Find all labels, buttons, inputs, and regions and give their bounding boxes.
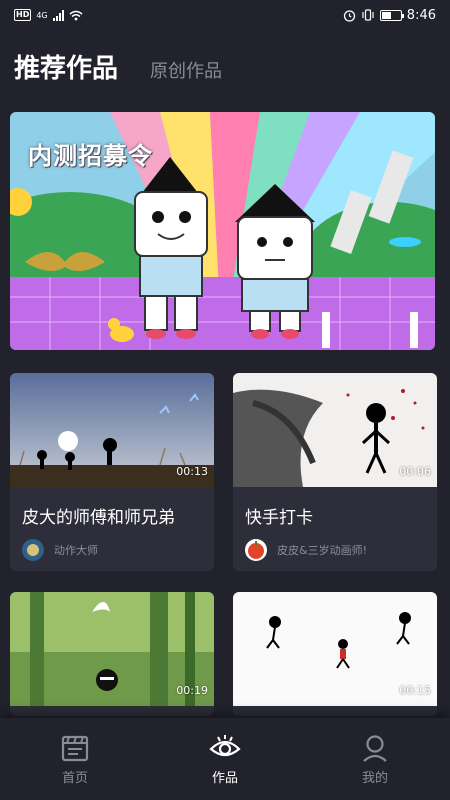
avatar [22, 539, 44, 561]
tab-recommended[interactable]: 推荐作品 [14, 48, 118, 85]
eye-icon [209, 734, 241, 756]
wifi-icon [69, 10, 83, 20]
author-name: 动作大师 [54, 544, 98, 557]
video-title: 皮大的师傅和师兄弟 [22, 508, 175, 528]
bottom-navigation: 首页 作品 我的 [0, 718, 450, 800]
author-info[interactable]: 动作大师 [22, 539, 98, 561]
battery-icon [379, 9, 404, 21]
nav-item-profile[interactable]: 我的 [315, 733, 435, 786]
status-left: HD 4G [14, 9, 83, 21]
signal-icon [52, 9, 64, 21]
nav-label: 我的 [361, 770, 388, 786]
user-icon [363, 734, 387, 762]
alarm-icon [343, 9, 355, 22]
video-card[interactable]: 00:19 [10, 592, 214, 716]
film-icon [61, 735, 89, 761]
video-title: 快手打卡 [245, 508, 313, 528]
video-duration: 00:15 [399, 684, 431, 697]
video-card[interactable]: 00:06 快手打卡 皮皮&三岁动画师! [233, 373, 437, 571]
video-duration: 00:13 [176, 465, 208, 478]
banner-title: 内测招募令 [28, 142, 153, 170]
video-card[interactable]: 00:15 [233, 592, 437, 716]
nav-label: 首页 [61, 770, 88, 786]
author-info[interactable]: 皮皮&三岁动画师! [245, 539, 367, 561]
nav-label: 作品 [211, 770, 238, 786]
promo-banner[interactable]: 内测招募令 [10, 112, 435, 350]
author-name: 皮皮&三岁动画师! [277, 544, 367, 557]
vibrate-icon [362, 9, 374, 21]
status-bar: HD 4G 8:46 [0, 0, 450, 30]
network-type: 4G [36, 10, 48, 20]
avatar [245, 539, 267, 561]
video-duration: 00:06 [399, 465, 431, 478]
header-tabs: 推荐作品 原创作品 [14, 48, 222, 85]
video-card[interactable]: 00:13 皮大的师傅和师兄弟 动作大师 [10, 373, 214, 571]
hd-badge: HD [14, 9, 32, 21]
tab-original[interactable]: 原创作品 [150, 57, 222, 83]
nav-item-home[interactable]: 首页 [15, 733, 135, 786]
clock: 8:46 [406, 7, 436, 23]
video-duration: 00:19 [176, 684, 208, 697]
status-right: 8:46 [343, 8, 436, 23]
nav-item-works[interactable]: 作品 [165, 733, 285, 786]
